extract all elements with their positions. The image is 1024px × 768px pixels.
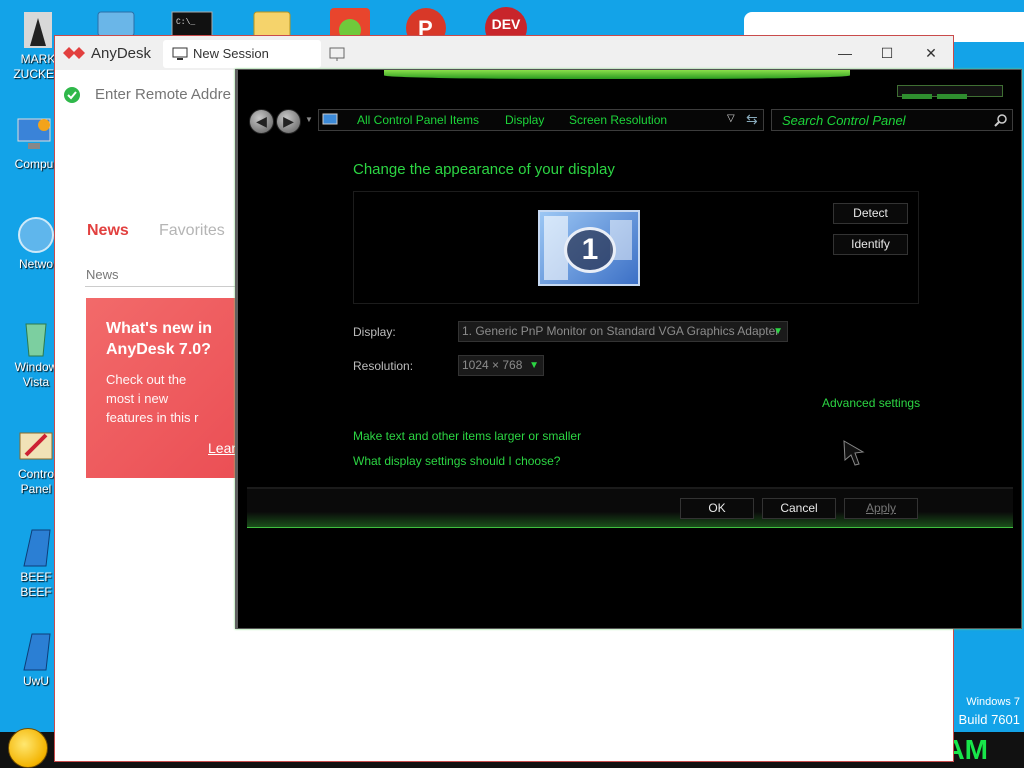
learn-more-link[interactable]: Lear <box>208 440 236 456</box>
anydesk-logo-icon <box>63 47 85 59</box>
apply-button[interactable]: Apply <box>844 498 918 519</box>
desktop-icon-label: Contro Panel <box>17 467 55 496</box>
monitor-icon <box>172 47 188 60</box>
news-card-title: What's new in AnyDesk 7.0? <box>106 320 213 358</box>
minimize-button[interactable]: — <box>830 42 860 64</box>
refresh-icon[interactable]: ⇆ <box>746 111 758 128</box>
news-card-body: Check out the most i new features in thi… <box>106 372 199 425</box>
shortcut-icon <box>23 529 51 567</box>
desktop-icon-label: BEEF BEEF <box>20 570 52 599</box>
monitor-layout-panel: 1 Detect Identify <box>353 191 919 304</box>
desktop-icon-label: Netwo <box>18 257 53 271</box>
recycle-bin-icon <box>25 323 47 357</box>
shortcut-icon <box>23 633 51 671</box>
window-glow <box>384 70 850 79</box>
user-folder-icon <box>24 12 52 48</box>
advanced-settings-link[interactable]: Advanced settings <box>822 396 920 410</box>
news-card[interactable]: What's new in AnyDesk 7.0? Check out the… <box>86 298 236 478</box>
windows-version-text: Windows 7 <box>966 696 1020 708</box>
dialog-button-bar: OK Cancel Apply <box>247 487 1013 528</box>
control-panel-icon <box>19 432 53 460</box>
search-box[interactable]: Search Control Panel <box>771 109 1013 131</box>
new-tab-icon[interactable] <box>329 46 347 62</box>
divider <box>85 286 235 287</box>
control-panel-small-icon <box>322 113 338 125</box>
display-select-value: 1. Generic PnP Monitor on Standard VGA G… <box>462 324 780 338</box>
computer-icon <box>17 118 51 149</box>
remote-address-input[interactable] <box>95 82 245 106</box>
maximize-button[interactable]: ☐ <box>872 42 902 64</box>
control-panel-window: ◀ ▶ ▼ All Control Panel Items Display Sc… <box>235 69 1022 629</box>
ok-button[interactable]: OK <box>680 498 754 519</box>
chevron-down-icon: ▼ <box>529 360 539 371</box>
search-placeholder: Search Control Panel <box>782 113 906 128</box>
resolution-select[interactable]: 1024 × 768 ▼ <box>458 355 544 376</box>
anydesk-titlebar: AnyDesk New Session — ☐ ✕ <box>55 36 953 70</box>
windows-build-text: Build 7601 <box>958 712 1020 727</box>
news-section-label: News <box>86 267 119 282</box>
resolution-label: Resolution: <box>353 359 414 373</box>
display-help-link[interactable]: What display settings should I choose? <box>353 454 560 468</box>
search-icon <box>994 114 1007 127</box>
dev-icon-label: DEV <box>491 16 521 32</box>
forward-button[interactable]: ▶ <box>276 109 301 134</box>
tab-new-session[interactable]: New Session <box>163 40 321 68</box>
display-label: Display: <box>353 325 396 339</box>
address-bar[interactable]: All Control Panel Items Display Screen R… <box>318 109 764 131</box>
svg-text:C:\_: C:\_ <box>176 18 195 27</box>
monitor-1-thumbnail[interactable]: 1 <box>538 210 640 286</box>
tab-favorites[interactable]: Favorites <box>159 222 225 240</box>
window-controls[interactable] <box>897 85 1003 117</box>
identify-button[interactable]: Identify <box>833 234 908 255</box>
desktop-icon-label: Window Vista <box>14 360 58 389</box>
anydesk-brand: AnyDesk <box>91 45 152 62</box>
mouse-cursor-icon <box>843 440 865 466</box>
back-button[interactable]: ◀ <box>249 109 274 134</box>
resolution-select-value: 1024 × 768 <box>462 358 523 372</box>
text-size-link[interactable]: Make text and other items larger or smal… <box>353 429 581 443</box>
breadcrumb-display[interactable]: Display <box>505 113 544 127</box>
tab-label: New Session <box>193 46 269 61</box>
display-select[interactable]: 1. Generic PnP Monitor on Standard VGA G… <box>458 321 788 342</box>
network-icon <box>18 217 54 253</box>
breadcrumb-screen-resolution[interactable]: Screen Resolution <box>569 113 667 127</box>
status-ok-icon <box>64 87 80 103</box>
detect-button[interactable]: Detect <box>833 203 908 224</box>
desktop-icon-label: UwU <box>23 674 49 688</box>
address-dropdown-icon[interactable]: ▽ <box>727 113 735 124</box>
page-title: Change the appearance of your display <box>353 161 615 178</box>
breadcrumb-all-items[interactable]: All Control Panel Items <box>357 113 479 127</box>
monitor-number: 1 <box>564 227 616 273</box>
desktop-icon-label: Compu <box>14 157 54 171</box>
chevron-down-icon: ▼ <box>773 326 783 337</box>
start-button[interactable] <box>8 728 48 768</box>
history-dropdown-icon[interactable]: ▼ <box>305 115 313 124</box>
cancel-button[interactable]: Cancel <box>762 498 836 519</box>
tab-news[interactable]: News <box>87 222 129 240</box>
close-button[interactable]: ✕ <box>916 42 946 64</box>
